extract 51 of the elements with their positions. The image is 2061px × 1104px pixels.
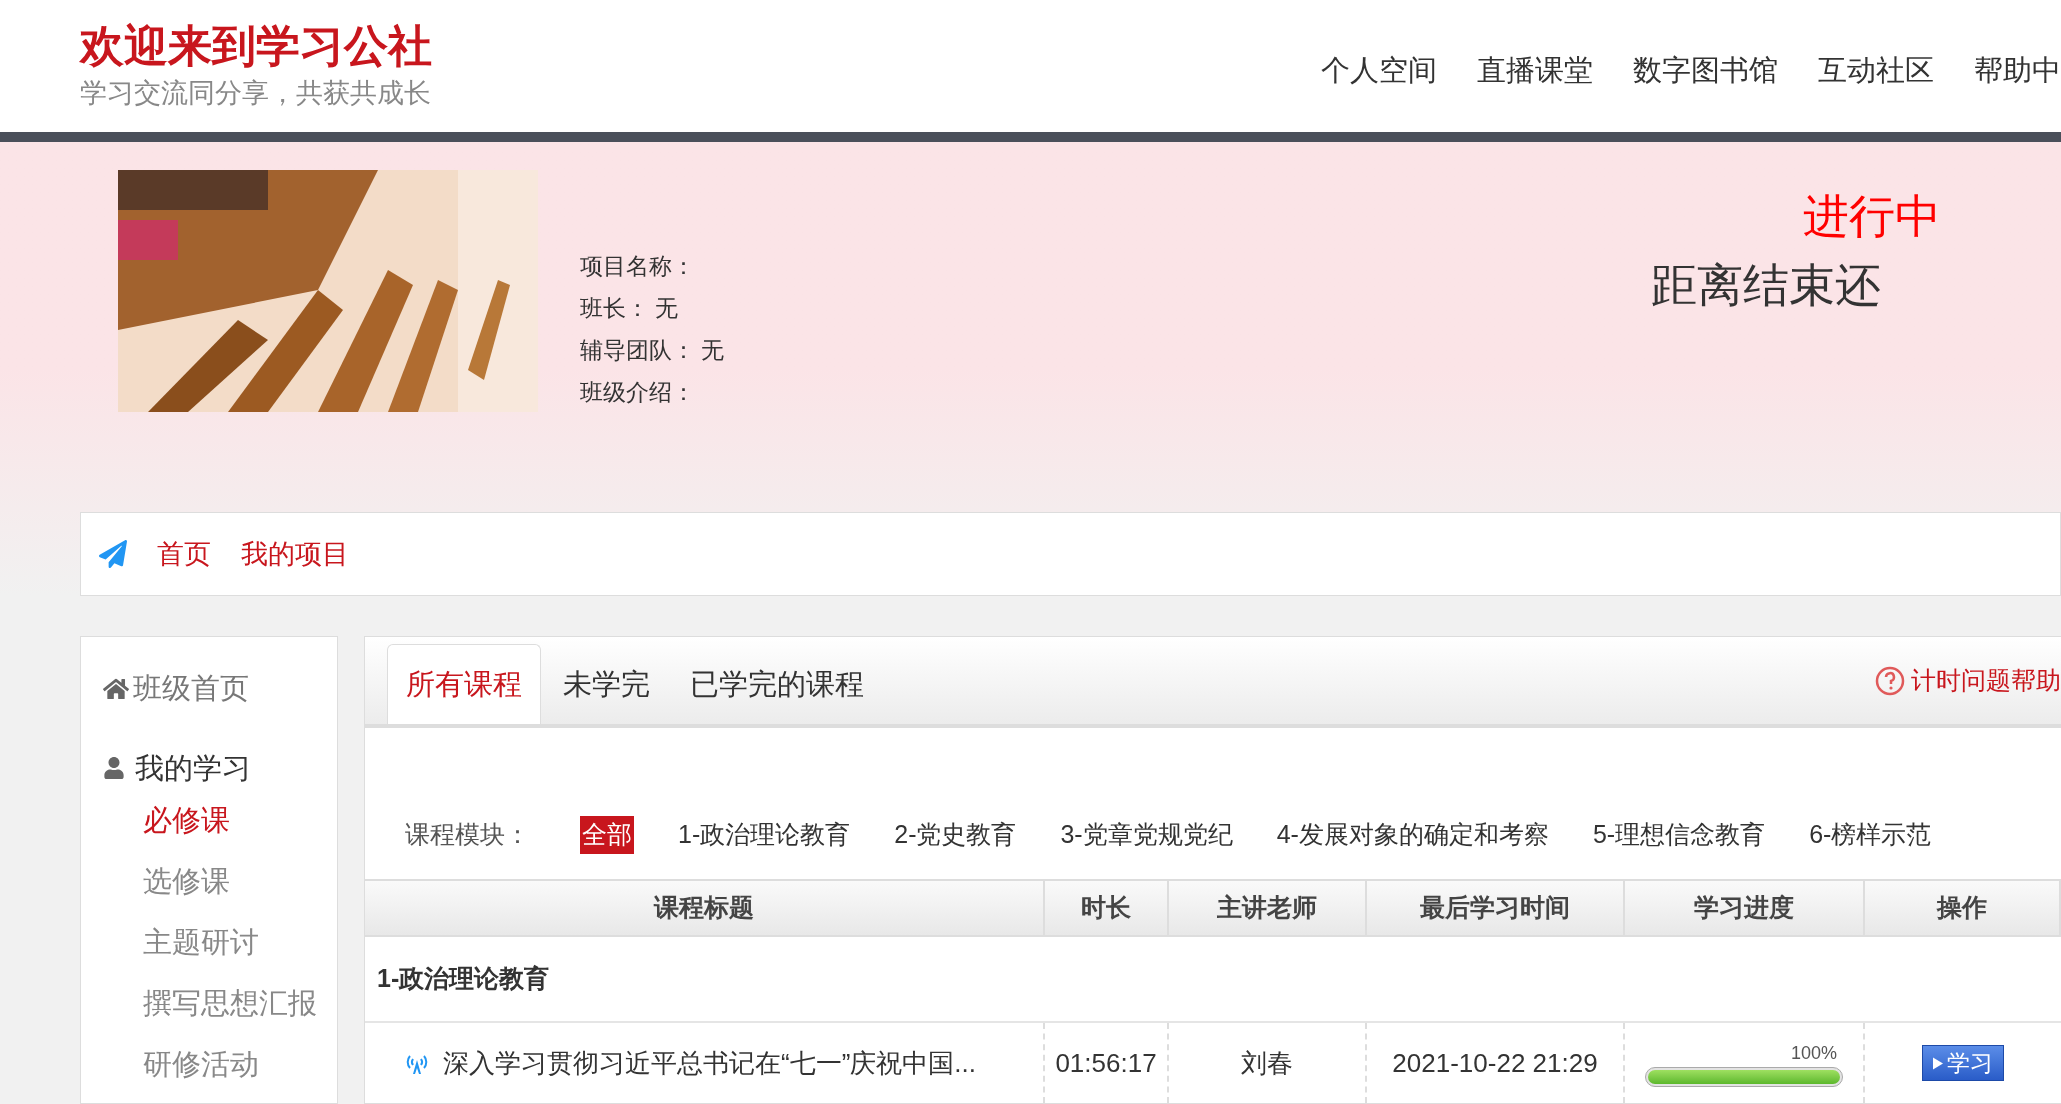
table-cell: 刘春 [1169, 1023, 1367, 1103]
nav-link[interactable]: 互动社区 [1818, 49, 1934, 93]
course-tab[interactable]: 所有课程 [387, 644, 541, 725]
sidebar-item[interactable]: 必修课 [103, 790, 337, 851]
sidebar-heading[interactable]: 我的学习 [135, 746, 251, 790]
sidebar-item[interactable]: 选修课 [103, 851, 337, 912]
course-tab[interactable]: 未学完 [545, 644, 668, 725]
module-filter[interactable]: 6-榜样示范 [1809, 816, 1932, 854]
column-header: 学习进度 [1625, 881, 1865, 935]
column-header: 主讲老师 [1169, 881, 1367, 935]
column-header: 课程标题 [365, 881, 1045, 935]
project-info-text: 班级介绍： [580, 378, 696, 407]
module-filter[interactable]: 1-政治理论教育 [678, 816, 851, 854]
group-title: 1-政治理论教育 [377, 963, 550, 995]
module-filter[interactable]: 4-发展对象的确定和考察 [1276, 816, 1549, 854]
user-icon [103, 757, 125, 780]
nav-link[interactable]: 帮助中 [1974, 49, 2061, 93]
column-header: 时长 [1045, 881, 1169, 935]
study-button[interactable]: 学习 [1922, 1045, 2004, 1081]
nav-link[interactable]: 个人空间 [1321, 49, 1437, 93]
progress-text: 100% [1790, 1041, 1838, 1065]
module-label: 课程模块： [405, 819, 530, 851]
breadcrumb-link[interactable]: 我的项目 [241, 533, 349, 575]
question-icon [1875, 665, 1905, 696]
countdown-text: 距离结束还 [1651, 258, 1882, 313]
column-header: 最后学习时间 [1367, 881, 1625, 935]
module-filter[interactable]: 2-党史教育 [894, 816, 1017, 854]
sidebar-item[interactable]: 主题研讨 [103, 912, 337, 973]
table-cell: 01:56:17 [1045, 1023, 1169, 1103]
module-filter[interactable]: 5-理想信念教育 [1592, 816, 1766, 854]
paper-plane-icon [99, 540, 127, 568]
project-info-text: 班长： 无 [580, 294, 680, 323]
table-cell: 2021-10-22 21:29 [1367, 1023, 1625, 1103]
play-icon [1933, 1056, 1943, 1070]
site-slogan: 学习交流同分享，共获共成长 [80, 77, 432, 111]
nav-link[interactable]: 数字图书馆 [1633, 49, 1778, 93]
help-link[interactable]: 计时问题帮助 [1875, 662, 2061, 700]
site-title: 欢迎来到学习公社 [80, 20, 432, 73]
breadcrumb-link[interactable]: 首页 [157, 533, 211, 575]
module-filter[interactable]: 全部 [580, 816, 634, 854]
sidebar-item[interactable]: 研修活动 [103, 1034, 337, 1095]
column-header: 操作 [1865, 881, 2061, 935]
module-filter[interactable]: 3-党章党规党纪 [1060, 816, 1233, 854]
project-info-text: 项目名称： [580, 252, 696, 281]
sidebar-heading[interactable]: 班级首页 [133, 667, 249, 711]
nav-link[interactable]: 直播课堂 [1477, 49, 1593, 93]
status-text: 进行中 [1803, 189, 1941, 244]
sidebar-item[interactable]: 撰写思想汇报 [103, 973, 337, 1034]
project-info-text: 辅导团队： 无 [580, 336, 725, 365]
course-title[interactable]: 深入学习贯彻习近平总书记在“七一”庆祝中国... [443, 1043, 976, 1083]
course-tab[interactable]: 已学完的课程 [672, 644, 882, 725]
